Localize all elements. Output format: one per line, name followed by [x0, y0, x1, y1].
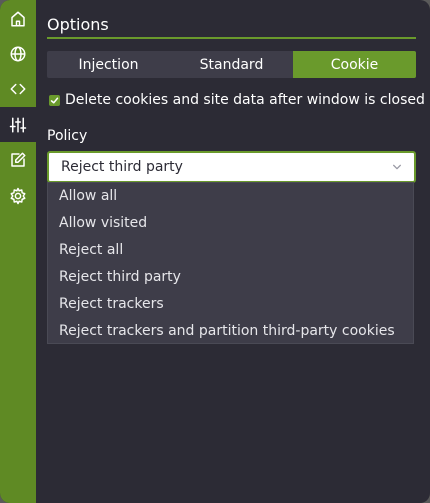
tab-injection[interactable]: Injection [47, 51, 170, 78]
policy-option-reject-all[interactable]: Reject all [48, 237, 413, 264]
policy-option-allow-all[interactable]: Allow all [48, 183, 413, 210]
policy-label: Policy [47, 128, 88, 144]
code-icon [10, 83, 26, 94]
home-icon [11, 11, 25, 26]
sidebar-item-code[interactable] [0, 71, 36, 106]
policy-select[interactable]: Reject third party [47, 151, 416, 183]
tab-cookie[interactable]: Cookie [293, 51, 416, 78]
chevron-down-icon [392, 162, 402, 172]
edit-icon [11, 152, 26, 167]
sidebar [0, 0, 36, 503]
delete-on-close-checkbox[interactable] [49, 94, 60, 106]
sidebar-item-settings[interactable] [0, 178, 36, 213]
tab-bar: Injection Standard Cookie [47, 51, 416, 78]
page-title: Options [47, 15, 109, 34]
policy-dropdown: Allow all Allow visited Reject all Rejec… [47, 182, 414, 344]
sidebar-item-home[interactable] [0, 1, 36, 36]
checkmark-icon [50, 97, 59, 103]
options-window: Options Injection Standard Cookie Delete… [0, 0, 430, 503]
gear-icon [10, 187, 26, 204]
globe-icon [10, 46, 26, 61]
policy-select-value: Reject third party [61, 159, 183, 175]
policy-option-reject-third-party[interactable]: Reject third party [48, 264, 413, 291]
policy-option-allow-visited[interactable]: Allow visited [48, 210, 413, 237]
sidebar-item-globe[interactable] [0, 36, 36, 71]
delete-on-close-label[interactable]: Delete cookies and site data after windo… [65, 92, 425, 108]
tab-standard[interactable]: Standard [170, 51, 293, 78]
sidebar-item-sliders[interactable] [0, 107, 36, 142]
title-divider [47, 37, 416, 39]
sliders-icon [9, 117, 27, 132]
sidebar-item-edit[interactable] [0, 142, 36, 177]
delete-on-close-row: Delete cookies and site data after windo… [49, 92, 425, 108]
policy-option-reject-trackers-partition[interactable]: Reject trackers and partition third-part… [48, 318, 413, 345]
policy-option-reject-trackers[interactable]: Reject trackers [48, 291, 413, 318]
